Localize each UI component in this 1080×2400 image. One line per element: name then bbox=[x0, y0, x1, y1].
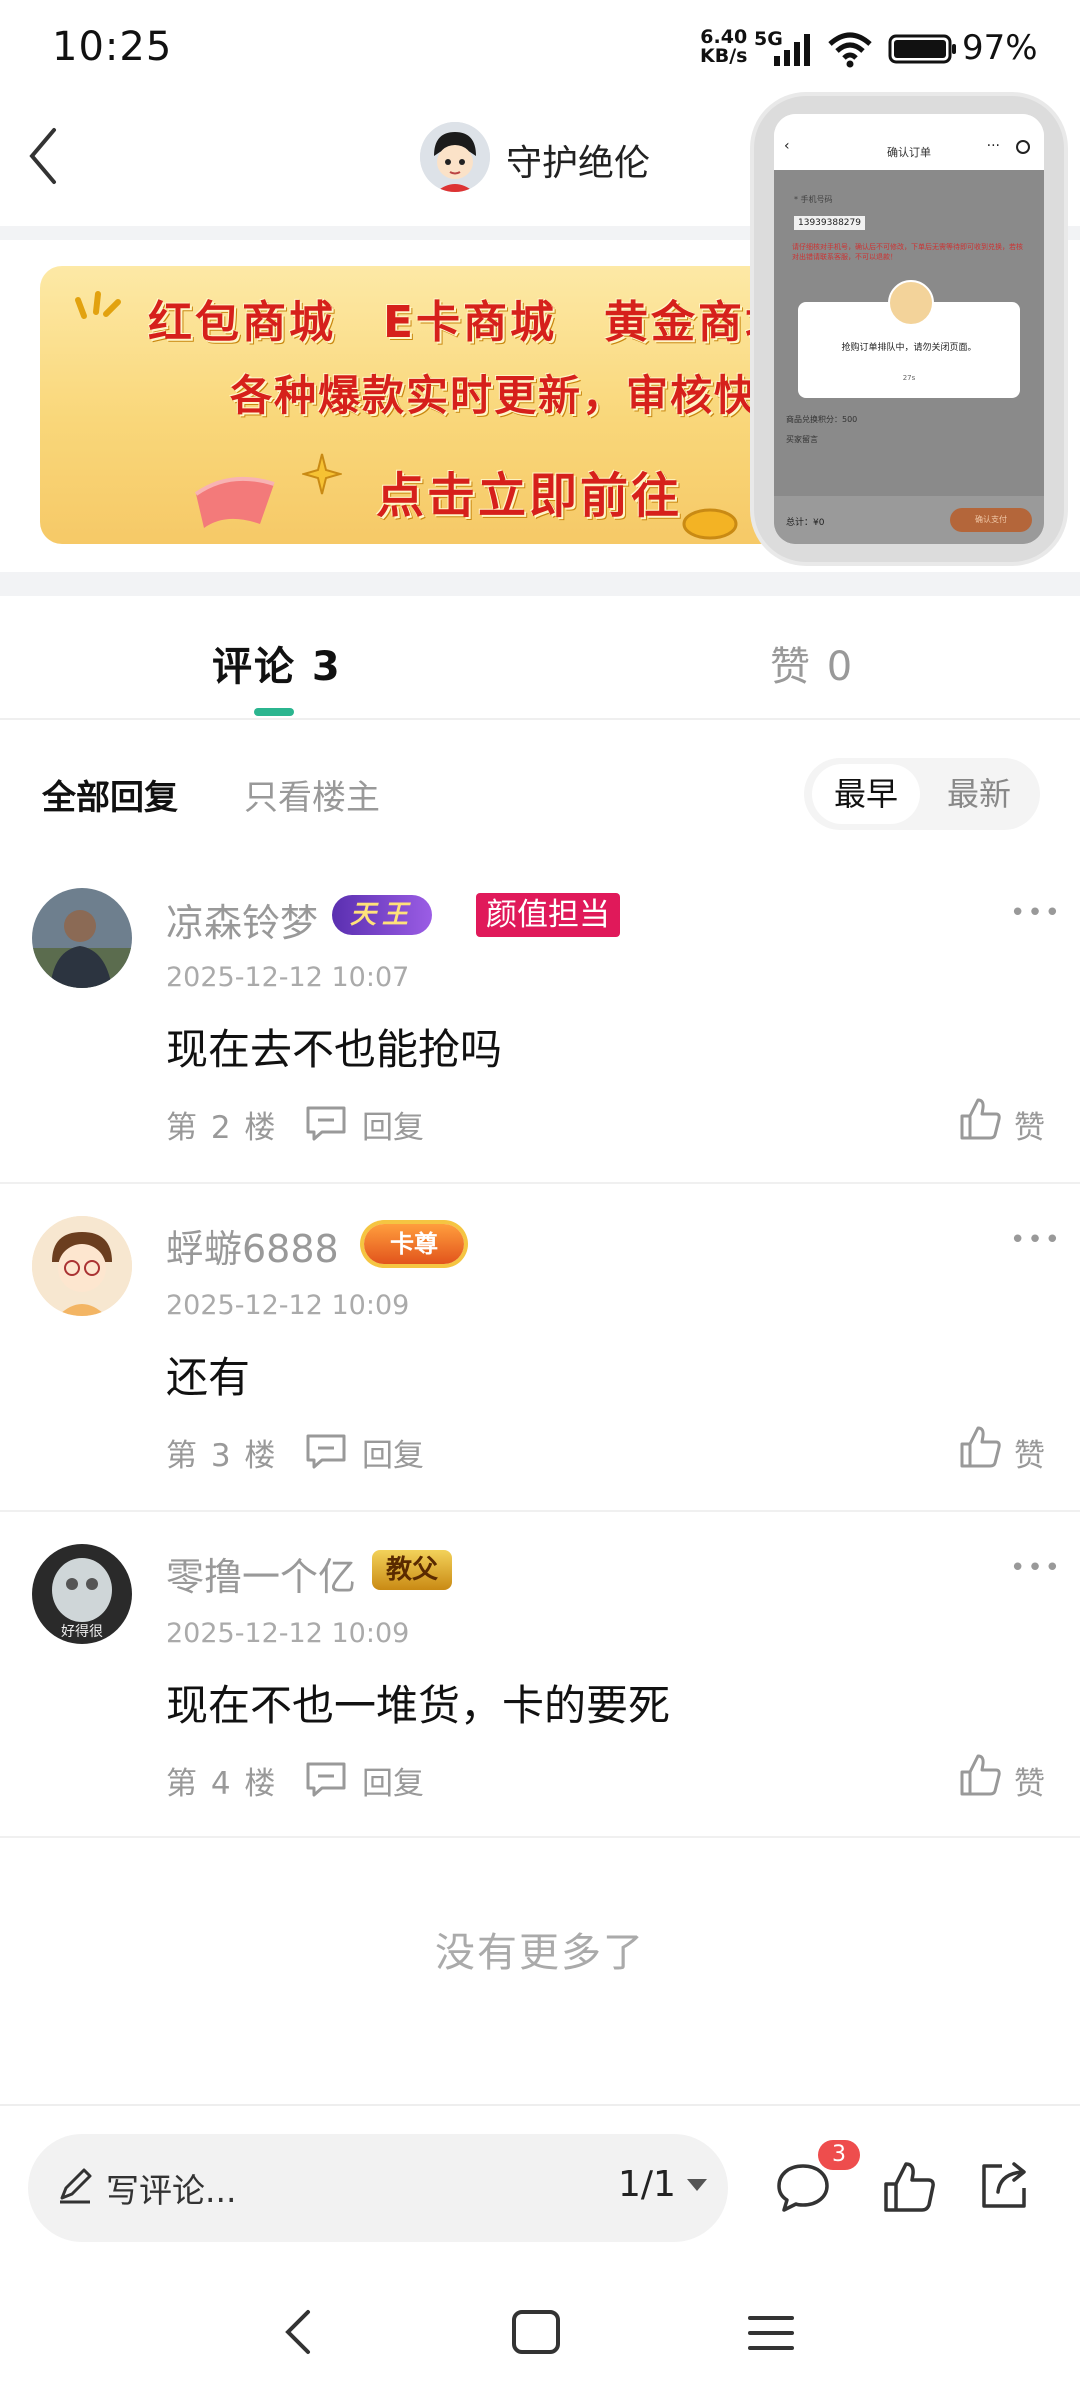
reply-button[interactable]: 回复 bbox=[362, 1102, 424, 1147]
mini-warning: 请仔细核对手机号，确认后不可修改，下单后无需等待即可收到兑换，若核对出错请联系客… bbox=[792, 243, 1023, 261]
reply-icon[interactable] bbox=[304, 1760, 348, 1798]
mini-dialog-sub: 27s bbox=[902, 374, 916, 382]
avatar[interactable] bbox=[420, 122, 490, 192]
comment-text: 现在不也一堆货，卡的要死 bbox=[166, 1681, 671, 1730]
comment-text: 现在去不也能抢吗 bbox=[166, 1025, 503, 1074]
caret-down-icon[interactable] bbox=[686, 2178, 708, 2192]
comment-count-badge: 3 bbox=[818, 2140, 860, 2170]
badge-kazun: 卡尊 bbox=[364, 1224, 464, 1264]
tab-likes[interactable]: 赞 0 bbox=[770, 634, 854, 692]
tabs-divider bbox=[0, 718, 1080, 720]
tab-comments[interactable]: 评论 3 bbox=[212, 634, 342, 692]
mini-row-points: 商品兑换积分：500 bbox=[786, 415, 858, 424]
reply-button[interactable]: 回复 bbox=[362, 1430, 424, 1475]
avatar[interactable] bbox=[32, 1216, 132, 1316]
comment-text: 还有 bbox=[166, 1353, 251, 1402]
section-divider bbox=[0, 572, 1080, 596]
mini-phone-label: * 手机号码 bbox=[794, 195, 833, 204]
page-title: 守护绝伦 bbox=[506, 143, 651, 184]
avatar[interactable]: 好得很 bbox=[32, 1544, 132, 1644]
avatar[interactable] bbox=[32, 888, 132, 988]
more-options-icon[interactable]: ••• bbox=[1010, 1553, 1062, 1583]
thumbs-up-icon[interactable] bbox=[880, 2158, 938, 2216]
banner-line-3: 点击立即前往 bbox=[376, 468, 683, 524]
signal-icon bbox=[774, 34, 810, 66]
thumbs-up-icon[interactable] bbox=[958, 1096, 1002, 1142]
promo-banner[interactable]: 红包商城 E卡商城 黄金商城 各种爆款实时更新，审核快 点击立即前往 bbox=[40, 266, 810, 544]
comment-time: 2025-12-12 10:07 bbox=[166, 962, 410, 993]
nav-back-icon[interactable] bbox=[278, 2304, 318, 2360]
comment-floor: 第 2 楼 bbox=[166, 1110, 278, 1146]
comment-author[interactable]: 凉森铃梦 bbox=[166, 892, 318, 947]
battery-icon bbox=[888, 34, 956, 64]
mini-title: 确认订单 bbox=[887, 146, 931, 159]
mini-avatar bbox=[888, 280, 934, 326]
filter-host-only[interactable]: 只看楼主 bbox=[244, 770, 380, 819]
mini-phone: 13939388279 bbox=[794, 216, 865, 230]
comment-author[interactable]: 蜉蝣6888 bbox=[166, 1218, 339, 1273]
comment-divider bbox=[0, 1836, 1080, 1838]
chevron-left-icon[interactable] bbox=[20, 122, 68, 190]
mini-pay-button: 确认支付 bbox=[950, 508, 1032, 532]
badge-yanzhi: 颜值担当 bbox=[476, 893, 620, 937]
page-indicator[interactable]: 1/1 bbox=[618, 2164, 676, 2205]
reply-button[interactable]: 回复 bbox=[362, 1758, 424, 1803]
banner-line-2: 各种爆款实时更新，审核快 bbox=[230, 371, 759, 420]
badge-jiaofu: 教父 bbox=[372, 1550, 453, 1590]
wifi-icon bbox=[828, 32, 872, 68]
status-time: 10:25 bbox=[52, 24, 173, 70]
net-speed-unit: KB/s bbox=[700, 45, 748, 67]
avatar-cartoon-icon bbox=[420, 122, 490, 192]
sparkle-lines-icon bbox=[75, 291, 121, 319]
comment-placeholder[interactable]: 写评论... bbox=[106, 2164, 236, 2212]
comment-author[interactable]: 零撸一个亿 bbox=[166, 1546, 356, 1601]
comment-time: 2025-12-12 10:09 bbox=[166, 1290, 410, 1321]
bottom-bar-divider bbox=[0, 2104, 1080, 2106]
avatar-cartoon-icon bbox=[32, 1216, 132, 1316]
nav-menu-icon[interactable] bbox=[746, 2312, 796, 2354]
battery-percent: 97% bbox=[962, 28, 1038, 68]
nav-home-icon[interactable] bbox=[510, 2308, 562, 2356]
tab-indicator bbox=[254, 708, 294, 716]
gold-coin-icon bbox=[682, 508, 738, 540]
like-button[interactable]: 赞 bbox=[1014, 1102, 1045, 1147]
more-options-icon[interactable]: ••• bbox=[1010, 898, 1062, 928]
comment-floor: 第 3 楼 bbox=[166, 1438, 278, 1474]
mini-total: 总计：¥0 bbox=[786, 518, 825, 528]
badge-tianwang: 天王 bbox=[332, 895, 433, 935]
like-button[interactable]: 赞 bbox=[1014, 1758, 1045, 1803]
avatar-meme-icon: 好得很 bbox=[32, 1544, 132, 1644]
like-button[interactable]: 赞 bbox=[1014, 1430, 1045, 1475]
floating-window-preview[interactable]: ‹ ··· 确认订单 * 手机号码 13939388279 请仔细核对手机号，确… bbox=[774, 114, 1044, 544]
comment-divider bbox=[0, 1510, 1080, 1512]
reply-icon[interactable] bbox=[304, 1432, 348, 1470]
mini-footer: 总计：¥0 确认支付 bbox=[774, 496, 1044, 544]
no-more-text: 没有更多了 bbox=[435, 1930, 645, 1976]
reply-icon[interactable] bbox=[304, 1104, 348, 1142]
avatar-photo-icon bbox=[32, 888, 132, 988]
red-envelope-icon bbox=[194, 476, 275, 528]
mini-row-message: 买家留言 bbox=[786, 435, 818, 444]
svg-text:好得很: 好得很 bbox=[61, 1623, 103, 1640]
net-speed: 6.40 KB/s bbox=[700, 28, 747, 66]
pen-icon bbox=[60, 2168, 92, 2204]
comment-time: 2025-12-12 10:09 bbox=[166, 1618, 410, 1649]
mini-dialog-text: 抢购订单排队中，请勿关闭页面。 bbox=[841, 343, 977, 353]
comment-divider bbox=[0, 1182, 1080, 1184]
more-options-icon[interactable]: ••• bbox=[1010, 1225, 1062, 1255]
banner-line-1: 红包商城 E卡商城 黄金商城 bbox=[148, 297, 793, 348]
star-sparkle-icon bbox=[302, 453, 342, 495]
sort-newest[interactable]: 最新 bbox=[926, 764, 1032, 824]
thumbs-up-icon[interactable] bbox=[958, 1752, 1002, 1798]
share-icon[interactable] bbox=[976, 2158, 1032, 2214]
thumbs-up-icon[interactable] bbox=[958, 1424, 1002, 1470]
filter-all-replies[interactable]: 全部回复 bbox=[42, 770, 178, 819]
comment-floor: 第 4 楼 bbox=[166, 1766, 278, 1802]
sort-earliest[interactable]: 最早 bbox=[812, 764, 920, 824]
